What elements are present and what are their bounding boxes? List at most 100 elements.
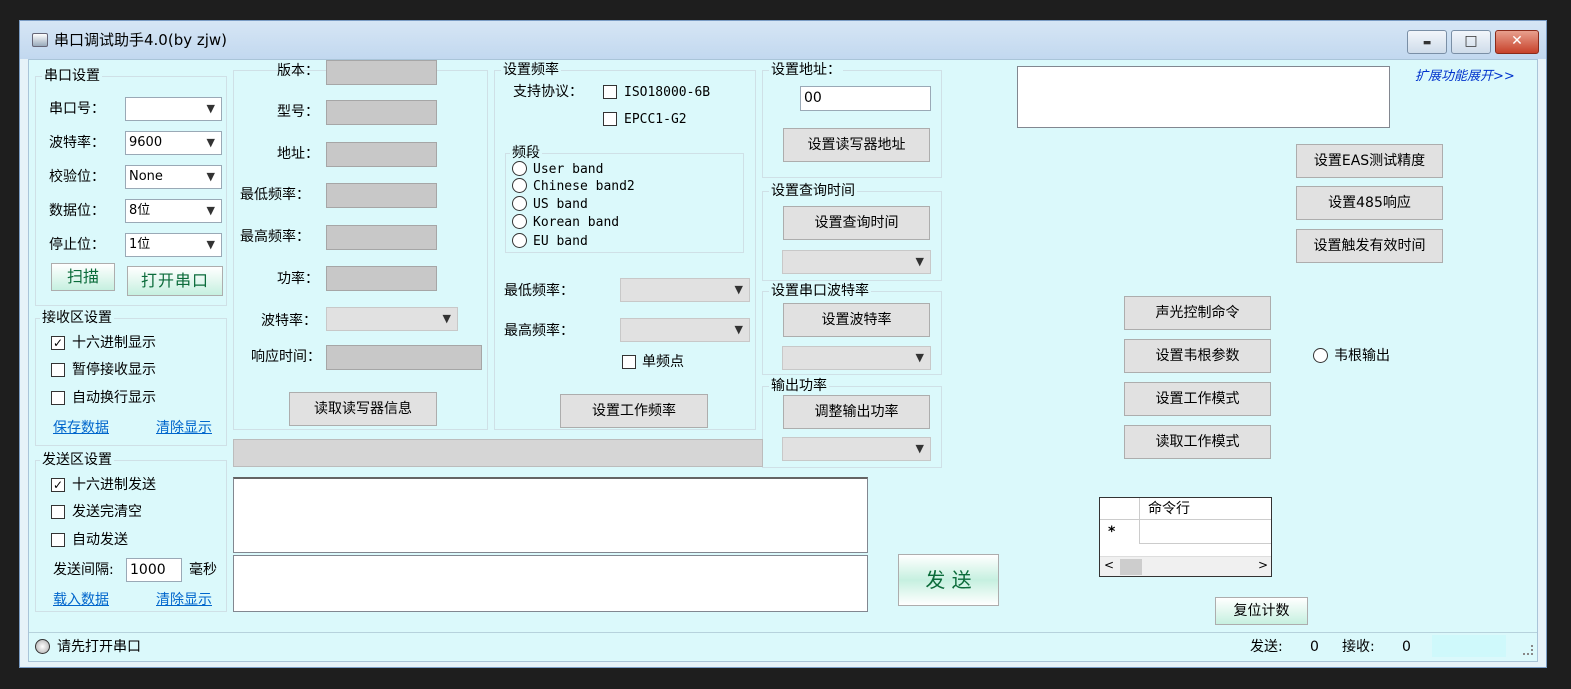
pause-receive-label: 暂停接收显示 xyxy=(72,362,156,378)
chevron-down-icon: ▼ xyxy=(915,351,924,364)
epcc1-checkbox[interactable] xyxy=(603,112,617,126)
maximize-button[interactable]: □ xyxy=(1451,30,1491,54)
clear-send-link[interactable]: 清除显示 xyxy=(156,591,212,609)
address-label: 地址： xyxy=(277,146,319,162)
extended-textbox[interactable] xyxy=(1017,66,1390,128)
output-power-title: 输出功率 xyxy=(769,377,829,395)
reset-count-button[interactable]: 复位计数 xyxy=(1215,597,1308,625)
chevron-down-icon: ▼ xyxy=(734,323,743,336)
receive-hex-checkbox[interactable]: ✓ xyxy=(51,336,65,350)
resize-grip-icon[interactable] xyxy=(1523,645,1533,655)
interval-unit-label: 毫秒 xyxy=(189,562,217,578)
pause-receive-checkbox[interactable] xyxy=(51,363,65,377)
set-query-time-button[interactable]: 设置查询时间 xyxy=(783,206,930,240)
send-hex-label: 十六进制发送 xyxy=(72,477,156,493)
send-hex-checkbox[interactable]: ✓ xyxy=(51,478,65,492)
databits-select[interactable]: 8位 ▼ xyxy=(125,199,222,223)
scroll-thumb[interactable] xyxy=(1120,559,1142,575)
reader-baud-label: 波特率： xyxy=(261,313,317,329)
progress-bar xyxy=(233,439,763,467)
min-freq-label: 最低频率： xyxy=(240,187,310,203)
scroll-right-icon[interactable]: > xyxy=(1258,558,1268,572)
iso18000-checkbox[interactable] xyxy=(603,85,617,99)
receive-textarea[interactable] xyxy=(233,477,868,553)
clear-after-send-checkbox[interactable] xyxy=(51,505,65,519)
set-reader-address-button[interactable]: 设置读写器地址 xyxy=(783,128,930,162)
client-area: 串口设置 串口号： ▼ 波特率： 9600 ▼ 校验位： None ▼ 数据位： 8… xyxy=(28,59,1538,662)
read-work-mode-button[interactable]: 读取工作模式 xyxy=(1124,425,1271,459)
chevron-down-icon: ▼ xyxy=(734,283,743,296)
read-reader-info-button[interactable]: 读取读写器信息 xyxy=(289,392,437,426)
wiegand-output-radio[interactable] xyxy=(1313,348,1328,363)
address-title: 设置地址： xyxy=(769,61,843,79)
window-title: 串口调试助手4.0(by zjw) xyxy=(54,31,228,49)
parity-label: 校验位： xyxy=(49,169,105,185)
band-title: 频段 xyxy=(510,144,542,162)
port-select[interactable]: ▼ xyxy=(125,97,222,121)
band-chinese2-radio[interactable] xyxy=(512,178,527,193)
send-interval-input[interactable]: 1000 xyxy=(126,558,182,582)
open-port-button[interactable]: 打开串口 xyxy=(127,266,223,296)
minimize-button[interactable]: ▬ xyxy=(1407,30,1447,54)
band-user-label: User band xyxy=(533,162,604,177)
set-baud-button[interactable]: 设置波特率 xyxy=(783,303,930,337)
auto-send-checkbox[interactable] xyxy=(51,533,65,547)
band-eu-radio[interactable] xyxy=(512,233,527,248)
serial-baud-select[interactable]: ▼ xyxy=(782,346,931,370)
set-work-freq-button[interactable]: 设置工作频率 xyxy=(560,394,708,428)
command-grid[interactable]: 命令行 * < > xyxy=(1099,497,1272,577)
scan-button[interactable]: 扫描 xyxy=(51,263,115,291)
chevron-down-icon: ▼ xyxy=(206,204,215,217)
power-field xyxy=(326,266,437,291)
status-icon xyxy=(35,639,50,654)
band-korean-radio[interactable] xyxy=(512,214,527,229)
receive-settings-title: 接收区设置 xyxy=(40,309,114,327)
send-textarea[interactable] xyxy=(233,555,868,612)
close-button[interactable]: ✕ xyxy=(1495,30,1539,54)
band-us-radio[interactable] xyxy=(512,196,527,211)
band-us-label: US band xyxy=(533,197,588,212)
set-eas-button[interactable]: 设置EAS测试精度 xyxy=(1296,144,1443,178)
protocol-label: 支持协议： xyxy=(513,84,583,100)
stopbits-select[interactable]: 1位 ▼ xyxy=(125,233,222,257)
iso18000-label: ISO18000-6B xyxy=(624,85,711,100)
expand-functions-link[interactable]: 扩展功能展开>> xyxy=(1415,68,1515,86)
scroll-left-icon[interactable]: < xyxy=(1104,558,1114,572)
send-button[interactable]: 发 送 xyxy=(898,554,999,606)
set-485-button[interactable]: 设置485响应 xyxy=(1296,186,1443,220)
version-label: 版本： xyxy=(277,63,319,79)
send-settings-title: 发送区设置 xyxy=(40,451,114,469)
sound-light-control-button[interactable]: 声光控制命令 xyxy=(1124,296,1271,330)
chevron-down-icon: ▼ xyxy=(915,255,924,268)
set-trigger-time-button[interactable]: 设置触发有效时间 xyxy=(1296,229,1443,263)
output-power-select[interactable]: ▼ xyxy=(782,437,931,461)
parity-select[interactable]: None ▼ xyxy=(125,165,222,189)
set-min-freq-select[interactable]: ▼ xyxy=(620,278,750,302)
minimize-icon: ▬ xyxy=(1422,38,1432,48)
baud-select[interactable]: 9600 ▼ xyxy=(125,131,222,155)
status-bar: 请先打开串口 发送: 0 接收: 0 xyxy=(29,632,1537,661)
reader-baud-select[interactable]: ▼ xyxy=(326,307,458,331)
single-freq-checkbox[interactable] xyxy=(622,355,636,369)
port-label: 串口号： xyxy=(49,101,105,117)
band-user-radio[interactable] xyxy=(512,161,527,176)
set-max-freq-select[interactable]: ▼ xyxy=(620,318,750,342)
set-work-mode-button[interactable]: 设置工作模式 xyxy=(1124,382,1271,416)
auto-wrap-label: 自动换行显示 xyxy=(72,390,156,406)
chevron-down-icon: ▼ xyxy=(915,442,924,455)
max-freq-label: 最高频率： xyxy=(240,229,310,245)
set-max-freq-label: 最高频率： xyxy=(504,323,574,339)
send-count-value: 0 xyxy=(1310,639,1319,655)
adjust-power-button[interactable]: 调整输出功率 xyxy=(783,395,930,429)
auto-wrap-checkbox[interactable] xyxy=(51,391,65,405)
receive-count-value: 0 xyxy=(1402,639,1411,655)
set-wiegand-params-button[interactable]: 设置韦根参数 xyxy=(1124,339,1271,373)
grid-horizontal-scrollbar[interactable]: < > xyxy=(1100,556,1271,576)
save-data-link[interactable]: 保存数据 xyxy=(53,419,109,437)
reader-address-input[interactable]: 00 xyxy=(800,86,931,111)
band-eu-label: EU band xyxy=(533,234,588,249)
query-time-select[interactable]: ▼ xyxy=(782,250,931,274)
grid-new-row-cell[interactable] xyxy=(1140,520,1271,544)
clear-receive-link[interactable]: 清除显示 xyxy=(156,419,212,437)
load-data-link[interactable]: 载入数据 xyxy=(53,591,109,609)
